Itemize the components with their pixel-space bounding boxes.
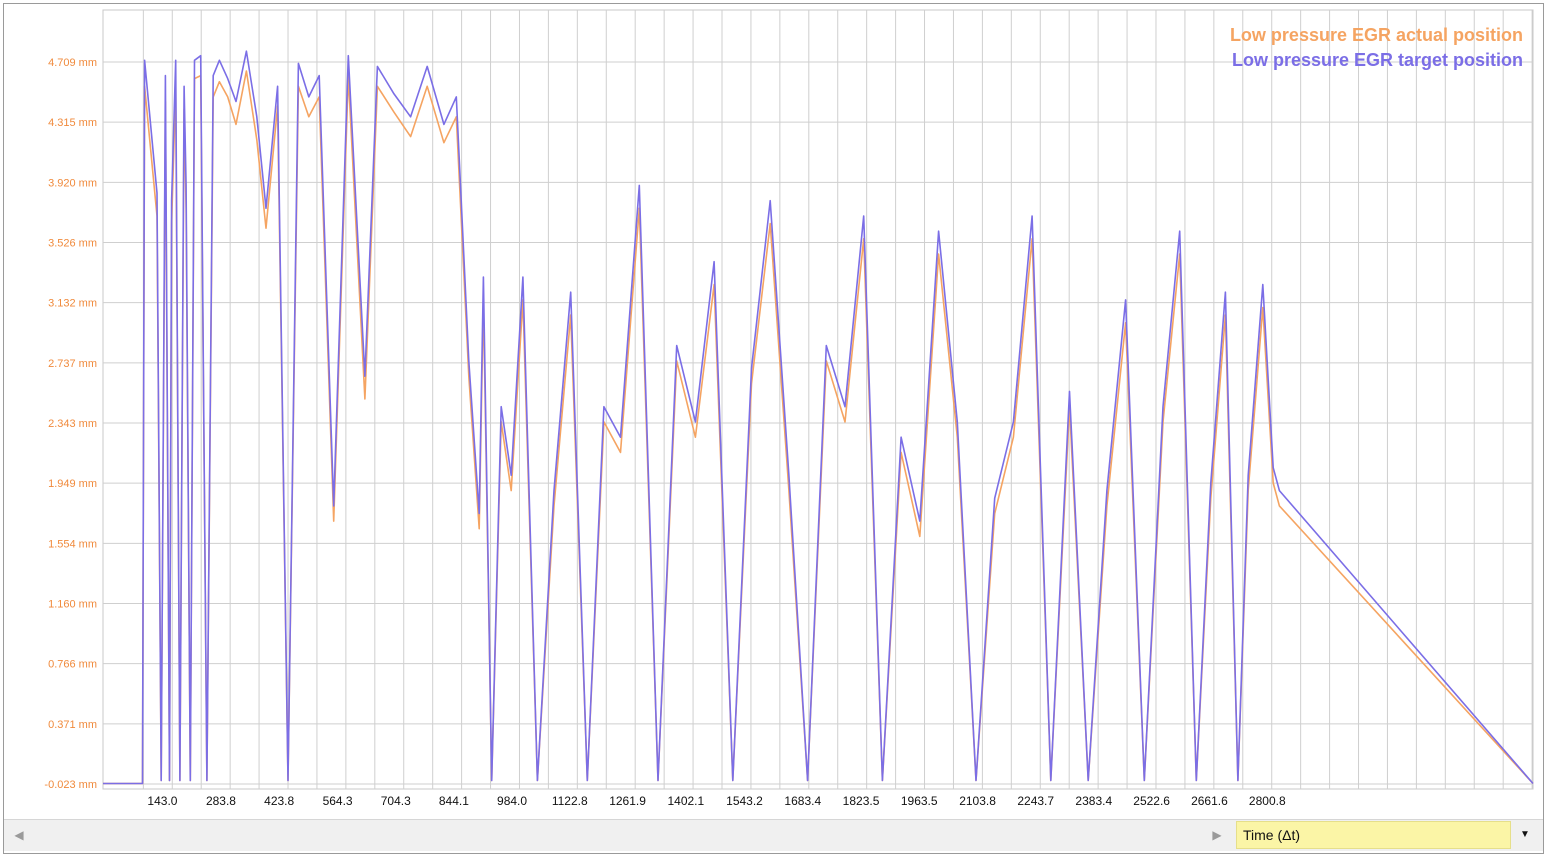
x-tick-label: 1402.1 <box>667 794 704 808</box>
y-tick-label: 2.737 mm <box>48 358 97 370</box>
y-tick-label: 3.526 mm <box>48 238 97 250</box>
y-tick-label: 0.766 mm <box>48 659 97 671</box>
x-tick-label: 2103.8 <box>959 794 996 808</box>
x-tick-label: 564.3 <box>323 794 353 808</box>
x-tick-label: 1683.4 <box>784 794 821 808</box>
x-tick-label: 1543.2 <box>726 794 763 808</box>
y-tick-label: 0.371 mm <box>48 719 97 731</box>
y-tick-label: 4.709 mm <box>48 57 97 69</box>
chevron-down-icon[interactable]: ▼ <box>1512 821 1538 849</box>
y-tick-label: 3.920 mm <box>48 177 97 189</box>
x-tick-label: 2522.6 <box>1133 794 1170 808</box>
axis-toolbar: ◀ ▶ Time (Δt) ▼ <box>4 819 1543 851</box>
scroll-left-icon[interactable]: ◀ <box>12 820 26 850</box>
x-tick-label: 844.1 <box>439 794 469 808</box>
x-tick-label: 2243.7 <box>1017 794 1054 808</box>
x-tick-label: 143.0 <box>147 794 177 808</box>
x-tick-label: 423.8 <box>264 794 294 808</box>
y-tick-label: 4.315 mm <box>48 117 97 129</box>
y-tick-label: 3.132 mm <box>48 298 97 310</box>
x-tick-label: 2383.4 <box>1075 794 1112 808</box>
x-tick-label: 984.0 <box>497 794 527 808</box>
x-axis-selector[interactable]: Time (Δt) <box>1236 821 1511 849</box>
y-tick-label: -0.023 mm <box>44 779 97 791</box>
legend-entry: Low pressure EGR actual position <box>1230 25 1523 45</box>
chart-plot: -0.023 mm 0.371 mm 0.766 mm 1.160 mm 1.554 m… <box>44 9 1534 808</box>
x-tick-label: 1122.8 <box>552 794 588 808</box>
y-tick-label: 2.343 mm <box>48 418 97 430</box>
y-tick-label: 1.949 mm <box>48 478 97 490</box>
legend-entry: Low pressure EGR target position <box>1232 50 1523 70</box>
x-tick-label: 1261.9 <box>609 794 646 808</box>
y-tick-label: 1.160 mm <box>48 599 97 611</box>
x-tick-label: 2661.6 <box>1191 794 1228 808</box>
x-tick-label: 283.8 <box>206 794 236 808</box>
plot-area <box>102 9 1534 790</box>
x-tick-label: 2800.8 <box>1249 794 1286 808</box>
x-tick-label: 1963.5 <box>901 794 938 808</box>
x-tick-label: 1823.5 <box>843 794 880 808</box>
scroll-right-icon[interactable]: ▶ <box>1210 820 1224 850</box>
x-tick-label: 704.3 <box>381 794 411 808</box>
y-tick-label: 1.554 mm <box>48 538 97 550</box>
